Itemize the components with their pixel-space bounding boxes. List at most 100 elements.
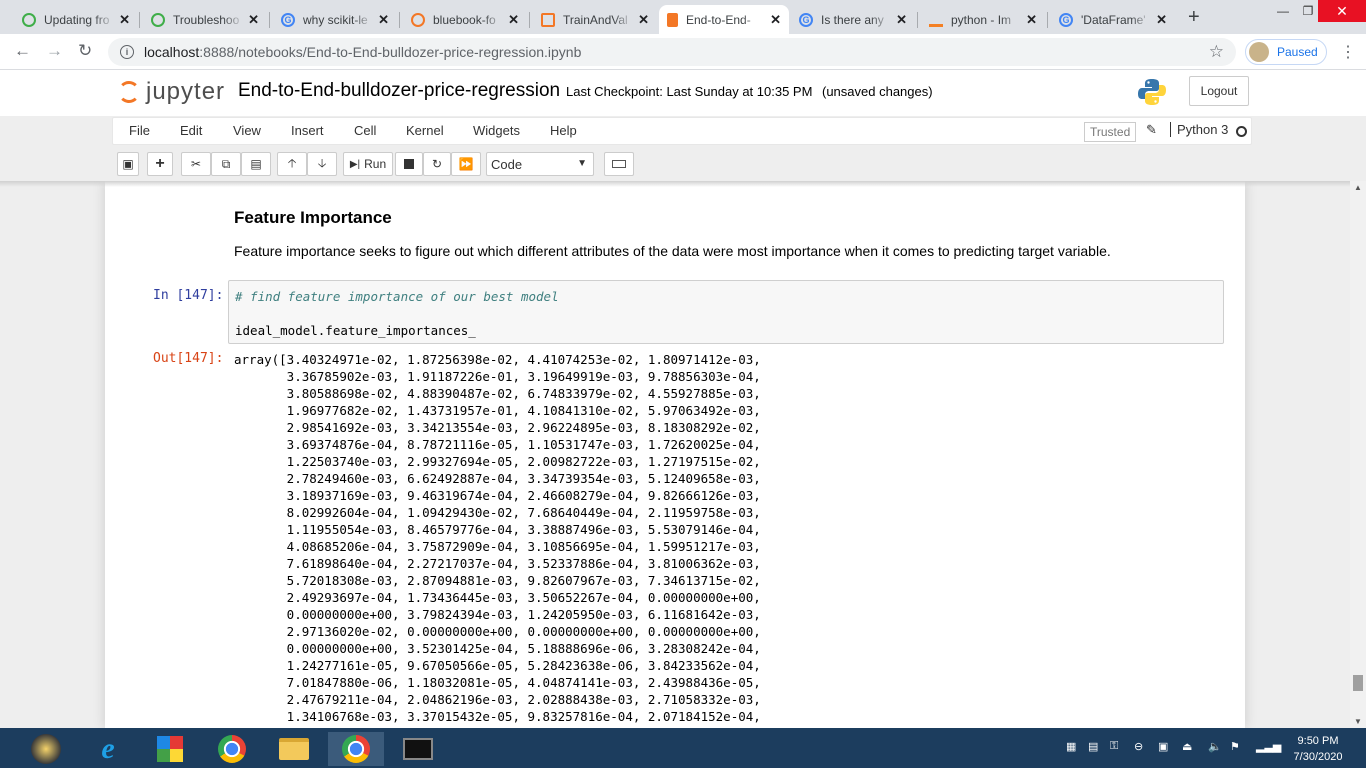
close-icon[interactable]: ✕ [378,12,389,28]
insert-cell-button[interactable]: + [147,152,173,176]
google-icon: G [1059,12,1073,27]
browser-tab-2[interactable]: Troubleshoo ✕ [143,5,267,34]
interrupt-button[interactable] [395,152,423,176]
menu-widgets[interactable]: Widgets [473,123,520,138]
output-line: 0.00000000e+00, 3.52301425e-04, 5.188886… [234,641,761,656]
back-icon[interactable]: ← [14,41,31,61]
taskbar-ie[interactable]: e [80,732,136,766]
browser-tab-1[interactable]: Updating fro ✕ [14,5,138,34]
browser-tab-7[interactable]: G Is there any ✕ [791,5,915,34]
close-icon[interactable]: ✕ [248,12,259,28]
command-palette-button[interactable] [604,152,634,176]
output-line: 8.02992604e-04, 1.09429430e-02, 7.686404… [234,505,761,520]
scrollbar-thumb[interactable] [1353,675,1363,691]
window-close-icon[interactable]: ✕ [1318,0,1366,22]
tray-minus-icon[interactable]: ⊖ [1134,740,1143,753]
output-line: 1.34106768e-03, 3.37015432e-05, 9.832578… [234,709,761,724]
tray-usb-icon[interactable]: ⏏ [1182,740,1192,753]
tab-title: why scikit-le [303,12,368,27]
browser-tab-4[interactable]: bluebook-fo ✕ [403,5,527,34]
info-icon[interactable]: i [120,45,134,59]
menu-kebab-icon[interactable]: ⋮ [1340,42,1356,62]
code-input-area[interactable]: # find feature importance of our best mo… [228,280,1224,344]
scroll-down-icon[interactable]: ▼ [1354,717,1362,726]
address-bar[interactable]: i localhost:8888/notebooks/End-to-End-bu… [108,38,1236,66]
menu-edit[interactable]: Edit [180,123,202,138]
tray-network-icon[interactable]: ⚿ [1110,740,1118,753]
forward-icon[interactable]: → [46,41,63,61]
speaker-icon[interactable]: 🔈 [1208,740,1222,753]
browser-tab-8[interactable]: python - Im ✕ [921,5,1045,34]
python-logo-icon [1138,79,1166,105]
start-button[interactable] [18,732,74,766]
tray-app-icon[interactable]: ▦ [1066,740,1076,753]
command-prompt-icon [403,738,433,760]
minimize-icon[interactable]: — [1268,0,1298,22]
close-icon[interactable]: ✕ [896,12,907,28]
close-icon[interactable]: ✕ [1156,12,1167,28]
jupyter-logo[interactable]: jupyter [118,78,225,106]
kernel-idle-indicator-icon [1236,126,1247,137]
notebook-title[interactable]: End-to-End-bulldozer-price-regression [238,80,560,102]
paste-icon: ▤ [250,157,262,171]
restart-button[interactable]: ↻ [423,152,451,176]
tray-chat-icon[interactable]: ▤ [1088,740,1098,753]
taskbar-chrome-active[interactable] [328,732,384,766]
vertical-scrollbar[interactable]: ▲ ▼ [1350,181,1366,728]
save-button[interactable]: ▣ [117,152,139,176]
trusted-badge[interactable]: Trusted [1084,122,1137,142]
close-icon[interactable]: ✕ [119,12,130,28]
browser-tab-3[interactable]: G why scikit-le ✕ [273,5,397,34]
close-icon[interactable]: ✕ [508,12,519,28]
signal-icon[interactable]: ▂▃▅ [1256,740,1281,753]
action-center-icon[interactable]: ⚑ [1230,740,1240,753]
taskbar-clock[interactable]: 9:50 PM 7/30/2020 [1282,733,1354,765]
menu-help[interactable]: Help [550,123,577,138]
menu-file[interactable]: File [129,123,150,138]
tab-title: Updating fro [44,12,110,27]
profile-button[interactable]: Paused [1245,39,1327,65]
run-button[interactable]: ▶| Run [343,152,393,176]
tab-separator [529,12,530,28]
close-icon[interactable]: ✕ [770,12,781,28]
tray-display-icon[interactable]: ▣ [1158,740,1168,753]
browser-tab-9[interactable]: G 'DataFrame' ✕ [1051,5,1175,34]
menu-view[interactable]: View [233,123,261,138]
taskbar-chrome[interactable] [204,732,260,766]
menu-kernel[interactable]: Kernel [406,123,444,138]
scroll-up-icon[interactable]: ▲ [1354,183,1362,192]
cell-type-select[interactable]: Code ▼ [486,152,594,176]
url-host: localhost [144,44,200,60]
restart-run-all-button[interactable]: ⏩ [451,152,481,176]
cut-button[interactable]: ✂ [181,152,211,176]
output-line: 1.24277161e-05, 9.67050566e-05, 5.284236… [234,658,761,673]
menu-cell[interactable]: Cell [354,123,376,138]
avatar [1249,42,1269,62]
menu-insert[interactable]: Insert [291,123,324,138]
kernel-name[interactable]: Python 3 [1170,122,1228,137]
new-tab-icon[interactable]: + [1188,6,1200,29]
close-icon[interactable]: ✕ [638,12,649,28]
restore-icon[interactable]: ❐ [1298,0,1318,22]
reload-icon[interactable]: ↻ [78,41,92,61]
browser-tab-active[interactable]: End-to-End- ✕ [659,5,789,34]
output-line: 1.22503740e-03, 2.99327694e-05, 2.009827… [234,454,761,469]
bookmark-star-icon[interactable]: ☆ [1209,42,1224,62]
taskbar-app[interactable] [142,732,198,766]
move-up-button[interactable]: 🡡 [277,152,307,176]
taskbar-cmd[interactable] [390,732,446,766]
chrome-icon [342,735,370,763]
internet-explorer-icon: e [101,732,115,765]
checkpoint-status: Last Checkpoint: Last Sunday at 10:35 PM [566,84,813,99]
browser-tab-strip: Updating fro ✕ Troubleshoo ✕ G why sciki… [0,0,1366,34]
close-icon[interactable]: ✕ [1026,12,1037,28]
move-down-button[interactable]: 🡣 [307,152,337,176]
save-icon: ▣ [122,157,134,171]
browser-tab-5[interactable]: TrainAndVal ✕ [533,5,657,34]
clock-date: 7/30/2020 [1293,751,1343,763]
taskbar-explorer[interactable] [266,732,322,766]
tab-title: TrainAndVal [563,12,628,27]
copy-button[interactable]: ⧉ [211,152,241,176]
logout-button[interactable]: Logout [1189,76,1249,106]
paste-button[interactable]: ▤ [241,152,271,176]
